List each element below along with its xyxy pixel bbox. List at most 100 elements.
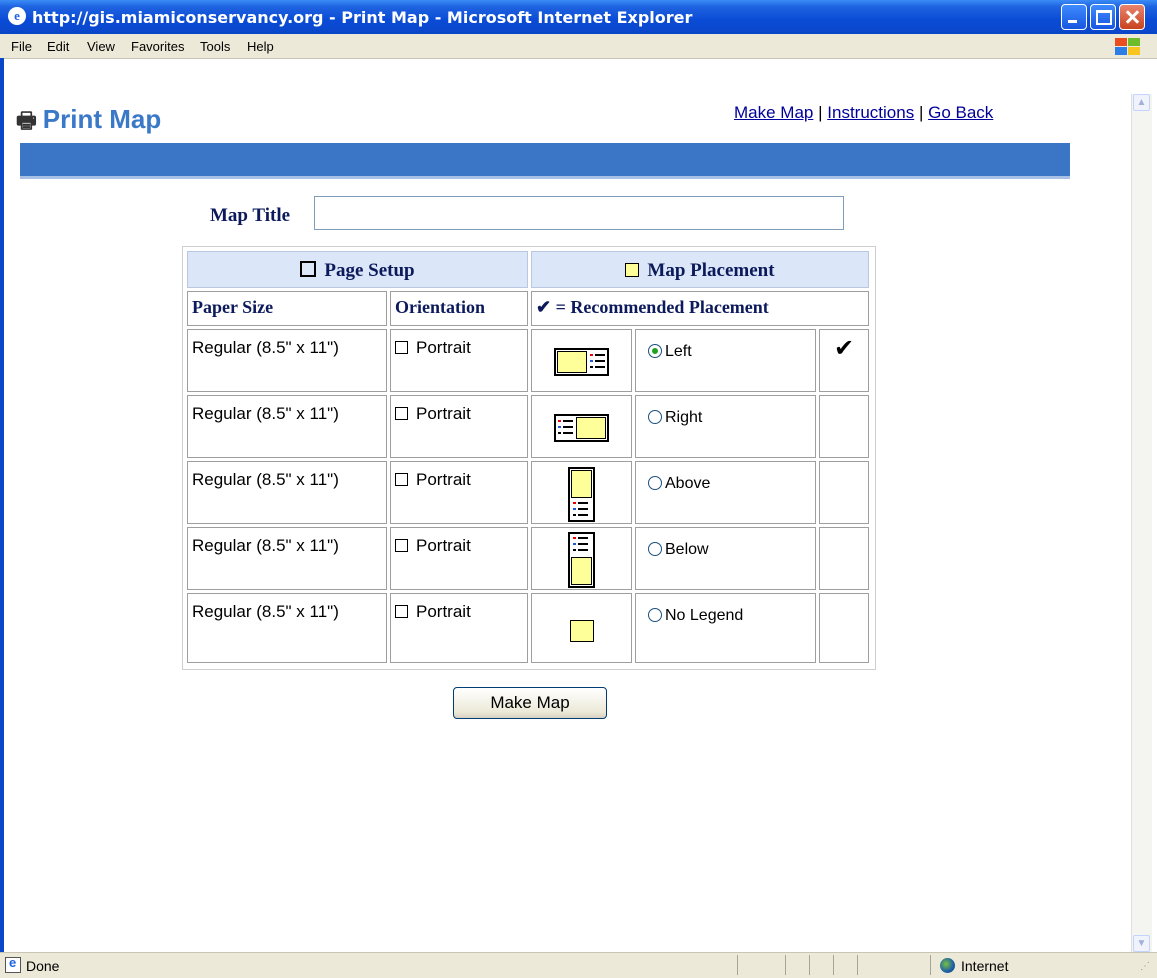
maximize-button[interactable] (1090, 4, 1116, 30)
scroll-down-icon[interactable]: ▼ (1133, 935, 1150, 952)
recommended-label: = Recommended Placement (555, 297, 769, 317)
radio-no-legend[interactable] (648, 608, 662, 622)
paper-size-text: Regular (8.5" x 11") (192, 602, 339, 621)
paper-size-text: Regular (8.5" x 11") (192, 338, 339, 357)
page-title-text: Print Map (42, 104, 162, 134)
ie-icon: e (8, 7, 26, 25)
orientation-cell: Portrait (390, 527, 528, 590)
placement-no-legend-icon (570, 620, 594, 642)
orientation-text: Portrait (416, 536, 471, 555)
table-row: Regular (8.5" x 11") (187, 461, 387, 524)
menu-favorites[interactable]: Favorites (131, 39, 184, 54)
placement-label: Left (665, 343, 692, 360)
radio-above[interactable] (648, 476, 662, 490)
maximize-icon (1091, 5, 1115, 29)
menu-edit[interactable]: Edit (47, 39, 69, 54)
recommended-cell (819, 593, 869, 663)
orientation-cell: Portrait (390, 329, 528, 392)
make-map-button[interactable]: Make Map (453, 687, 607, 719)
portrait-icon (395, 539, 408, 552)
menu-tools[interactable]: Tools (200, 39, 230, 54)
status-bar: Done Internet ⋰ (0, 952, 1157, 978)
print-options-table: Page Setup Map Placement Paper Size Orie… (182, 246, 876, 670)
top-links: Make Map | Instructions | Go Back (734, 103, 993, 123)
placement-left-icon (554, 348, 609, 376)
map-title-input[interactable] (314, 196, 844, 230)
placement-below-icon (568, 532, 595, 588)
check-icon: ✔ (536, 297, 552, 317)
placement-icon-cell (531, 593, 632, 663)
portrait-icon (395, 407, 408, 420)
paper-size-text: Regular (8.5" x 11") (192, 404, 339, 423)
table-row: Regular (8.5" x 11") (187, 329, 387, 392)
recommended-cell (819, 527, 869, 590)
page-done-icon (5, 955, 21, 973)
placement-option-right[interactable]: Right (635, 395, 816, 458)
placement-label: No Legend (665, 607, 744, 624)
portrait-icon (395, 473, 408, 486)
page-setup-header: Page Setup (187, 251, 528, 288)
menu-help[interactable]: Help (247, 39, 274, 54)
orientation-text: Portrait (416, 602, 471, 621)
link-separator: | (918, 103, 924, 122)
status-divider (785, 955, 786, 975)
placement-label: Right (665, 409, 703, 426)
title-bar[interactable]: e http://gis.miamiconservancy.org - Prin… (0, 0, 1157, 34)
placement-option-below[interactable]: Below (635, 527, 816, 590)
radio-right[interactable] (648, 410, 662, 424)
scroll-up-icon[interactable]: ▲ (1133, 94, 1150, 111)
placement-icon-cell (531, 527, 632, 590)
paper-size-col-text: Paper Size (192, 297, 274, 317)
portrait-icon (395, 341, 408, 354)
status-divider (737, 955, 738, 975)
portrait-icon (395, 605, 408, 618)
orientation-cell: Portrait (390, 593, 528, 663)
orientation-text: Portrait (416, 338, 471, 357)
orientation-col-text: Orientation (395, 297, 485, 317)
table-row: Regular (8.5" x 11") (187, 395, 387, 458)
page-title: 🖶 Print Map (16, 104, 161, 142)
go-back-link[interactable]: Go Back (928, 103, 993, 122)
recommended-check-icon: ✔ (834, 335, 855, 362)
placement-option-above[interactable]: Above (635, 461, 816, 524)
internet-zone-icon (940, 958, 955, 973)
close-button[interactable] (1119, 4, 1145, 30)
table-row: Regular (8.5" x 11") (187, 593, 387, 663)
minimize-button[interactable] (1061, 4, 1087, 30)
recommended-cell (819, 461, 869, 524)
header-bar (20, 143, 1070, 179)
menu-file[interactable]: File (11, 39, 32, 54)
map-placement-header-text: Map Placement (647, 260, 775, 281)
zone-text: Internet (961, 958, 1009, 974)
close-icon (1120, 5, 1144, 29)
paper-size-text: Regular (8.5" x 11") (192, 536, 339, 555)
placement-icon-cell (531, 461, 632, 524)
recommended-cell: ✔ (819, 329, 869, 392)
paper-size-text: Regular (8.5" x 11") (192, 470, 339, 489)
radio-below[interactable] (648, 542, 662, 556)
map-title-label: Map Title (210, 205, 291, 226)
printer-icon: 🖶 (16, 108, 37, 133)
radio-left[interactable] (648, 344, 662, 358)
placement-option-left[interactable]: Left (635, 329, 816, 392)
orientation-text: Portrait (416, 470, 471, 489)
page-setup-header-text: Page Setup (324, 260, 415, 281)
table-row: Regular (8.5" x 11") (187, 527, 387, 590)
placement-label: Below (665, 541, 709, 558)
vertical-scrollbar[interactable]: ▲ ▼ (1131, 94, 1152, 952)
make-map-link[interactable]: Make Map (734, 103, 813, 122)
placement-above-icon (568, 467, 595, 522)
map-placement-icon (625, 263, 640, 277)
orientation-text: Portrait (416, 404, 471, 423)
minimize-icon (1062, 5, 1086, 29)
menu-view[interactable]: View (87, 39, 115, 54)
status-divider (809, 955, 810, 975)
status-divider (833, 955, 834, 975)
resize-grip-icon[interactable]: ⋰ (1140, 961, 1150, 972)
map-placement-header: Map Placement (531, 251, 869, 288)
placement-icon-cell (531, 395, 632, 458)
instructions-link[interactable]: Instructions (827, 103, 914, 122)
status-divider (930, 955, 931, 975)
placement-option-no-legend[interactable]: No Legend (635, 593, 816, 663)
windows-logo-icon (1113, 36, 1141, 56)
